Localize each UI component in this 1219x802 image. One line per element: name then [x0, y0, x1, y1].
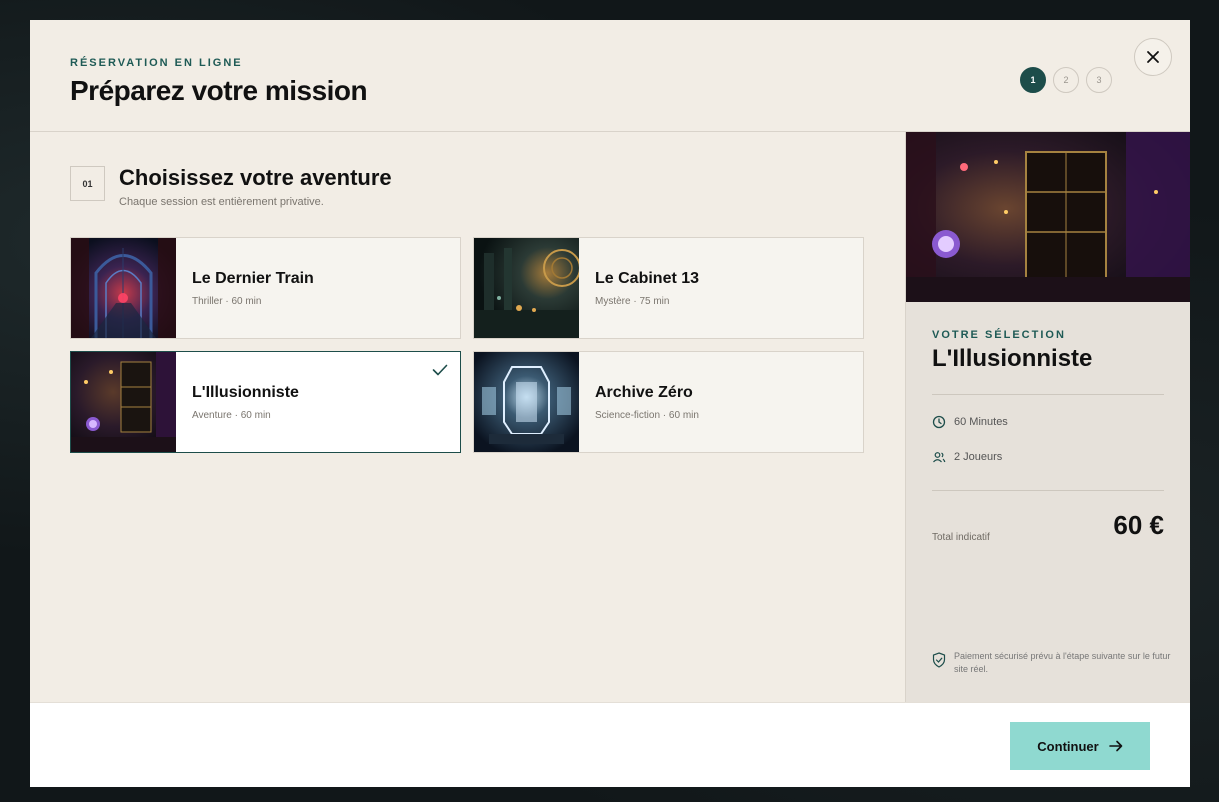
step-3[interactable]: 3	[1086, 67, 1112, 93]
modal-header: RÉSERVATION EN LIGNE Préparez votre miss…	[30, 20, 1190, 132]
adventure-meta: Mystère · 75 min	[595, 295, 670, 307]
shield-check-icon	[932, 652, 946, 668]
total-price: 60 €	[1113, 510, 1164, 540]
continue-button[interactable]: Continuer	[1010, 722, 1150, 770]
adventure-name: Le Dernier Train	[192, 269, 314, 287]
adventure-meta: Science-fiction · 60 min	[595, 409, 699, 421]
page-title: Préparez votre mission	[70, 75, 368, 106]
players-text: 2 Joueurs	[954, 451, 1003, 463]
selection-image	[906, 132, 1190, 302]
adventure-selection: 01 Choisissez votre aventure Chaque sess…	[30, 132, 905, 702]
adventure-thumbnail	[71, 352, 176, 452]
adventure-name: Le Cabinet 13	[595, 269, 700, 287]
players-row: 2 Joueurs	[932, 450, 1002, 464]
adventure-card-le-dernier-train[interactable]: Le Dernier Train Thriller · 60 min	[70, 237, 461, 339]
secure-note-text: Paiement sécurisé prévu à l'étape suivan…	[954, 651, 1171, 674]
selection-eyebrow: VOTRE SÉLECTION	[932, 329, 1066, 341]
checkmark-icon	[432, 364, 448, 376]
booking-modal: RÉSERVATION EN LIGNE Préparez votre miss…	[30, 20, 1190, 787]
close-button[interactable]	[1134, 38, 1172, 76]
selection-summary: VOTRE SÉLECTION L'Illusionniste 60 Minut…	[905, 132, 1190, 702]
arrow-right-icon	[1108, 740, 1122, 752]
adventure-name: Archive Zéro	[595, 383, 693, 401]
modal-footer: Continuer	[30, 702, 1190, 787]
section-number: 01	[70, 166, 105, 201]
adventure-name: L'Illusionniste	[192, 383, 299, 401]
duration-text: 60 Minutes	[954, 416, 1008, 428]
section-title: Choisissez votre aventure	[119, 165, 392, 190]
selection-title: L'Illusionniste	[932, 345, 1093, 372]
adventure-thumbnail	[474, 238, 579, 338]
adventure-card-lillusionniste[interactable]: L'Illusionniste Aventure · 60 min	[70, 351, 461, 453]
adventure-meta: Aventure · 60 min	[192, 409, 271, 421]
clock-icon	[932, 415, 946, 429]
close-icon	[1147, 51, 1159, 63]
adventure-card-le-cabinet-13[interactable]: Le Cabinet 13 Mystère · 75 min	[473, 237, 864, 339]
continue-label: Continuer	[1037, 738, 1099, 754]
divider	[932, 394, 1164, 395]
duration-row: 60 Minutes	[932, 415, 1008, 429]
adventure-thumbnail	[474, 352, 579, 452]
step-indicator: 1 2 3	[1020, 67, 1112, 93]
total-label: Total indicatif	[932, 532, 990, 543]
secure-payment-note: Paiement sécurisé prévu à l'étape suivan…	[932, 650, 1172, 676]
divider	[932, 490, 1164, 491]
section-subtitle: Chaque session est entièrement privative…	[119, 196, 324, 208]
step-2[interactable]: 2	[1053, 67, 1079, 93]
header-eyebrow: RÉSERVATION EN LIGNE	[70, 57, 243, 69]
adventure-thumbnail	[71, 238, 176, 338]
users-icon	[933, 452, 946, 463]
adventure-card-archive-zero[interactable]: Archive Zéro Science-fiction · 60 min	[473, 351, 864, 453]
adventure-meta: Thriller · 60 min	[192, 295, 262, 307]
step-1[interactable]: 1	[1020, 67, 1046, 93]
